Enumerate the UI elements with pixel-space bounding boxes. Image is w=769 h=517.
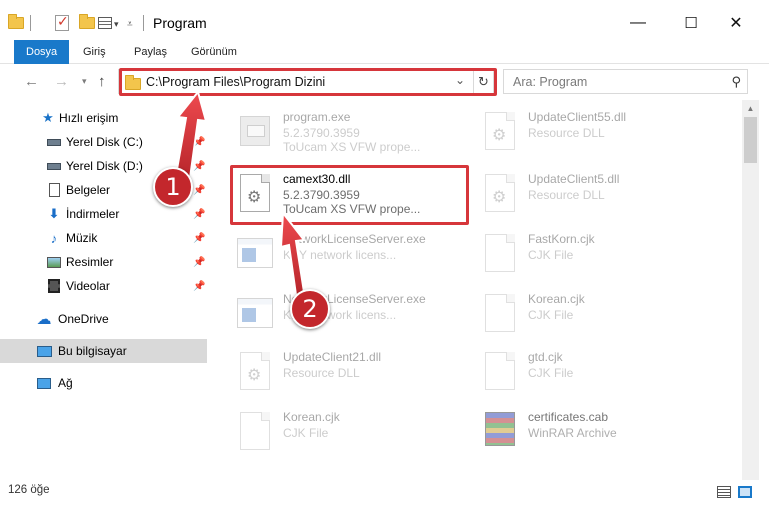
arrow-to-address <box>174 89 208 180</box>
step-badge-1: 1 <box>153 167 193 207</box>
annotation-arrows <box>174 89 306 297</box>
step-badge-2: 2 <box>290 289 330 329</box>
arrow-to-file <box>279 210 306 297</box>
